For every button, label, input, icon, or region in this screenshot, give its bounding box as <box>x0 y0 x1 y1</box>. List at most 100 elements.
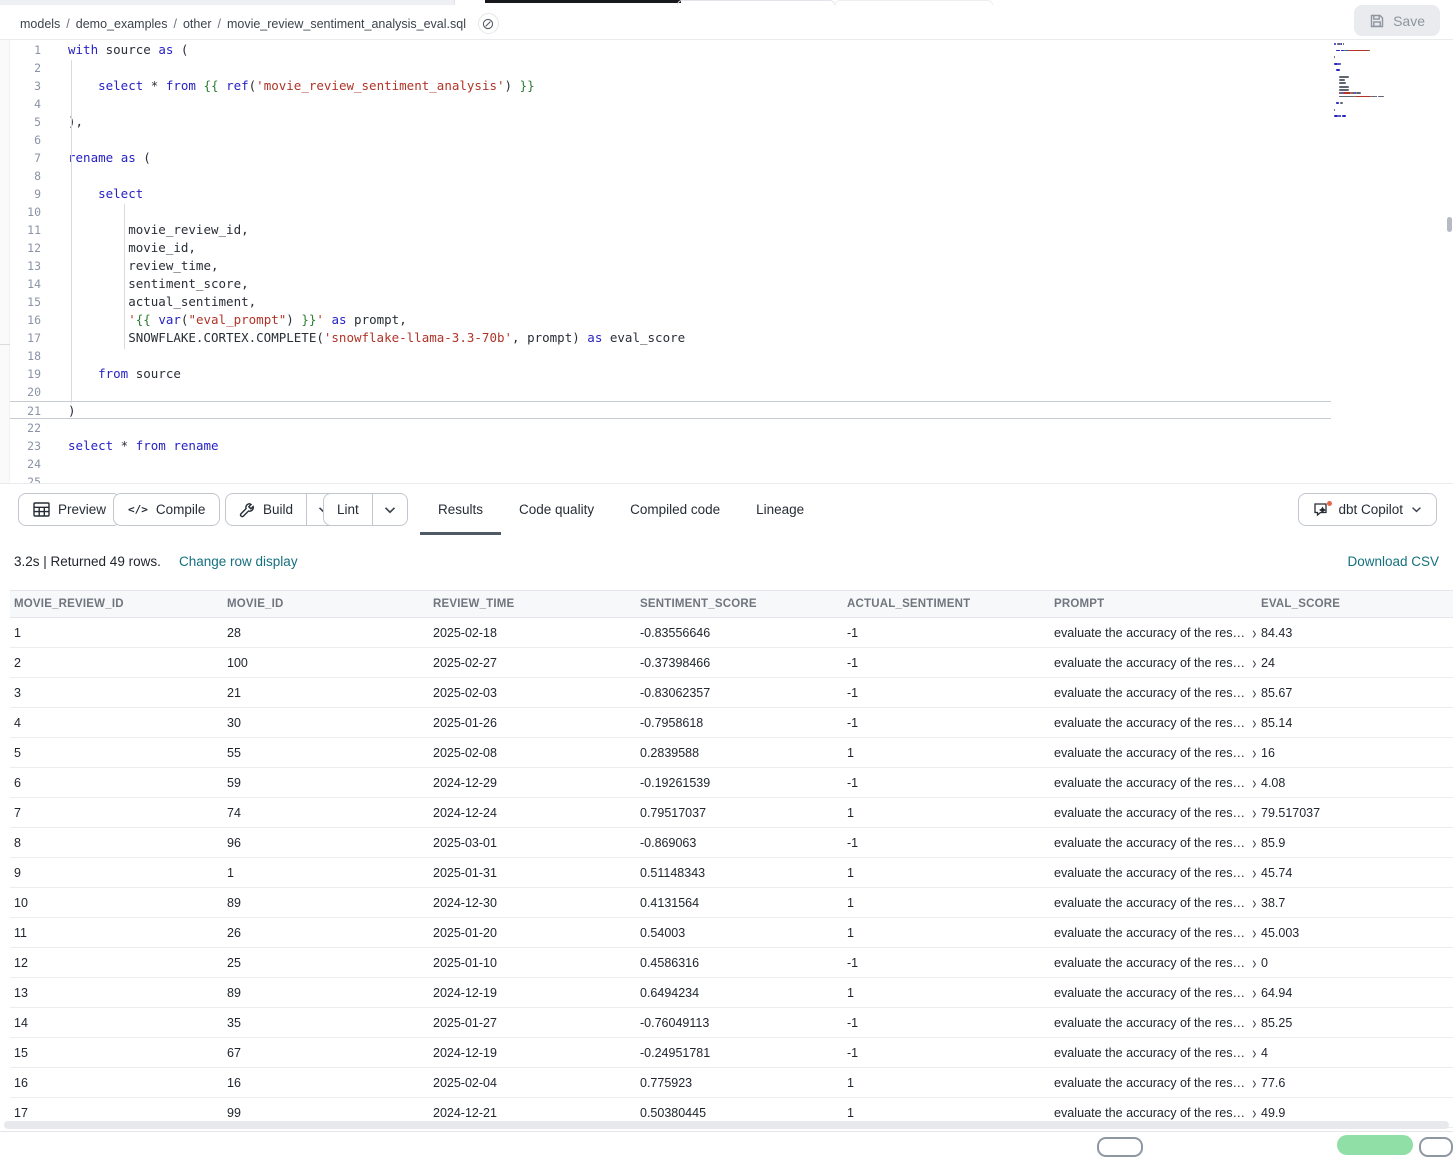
prompt-expand-chevron-icon[interactable]: › <box>1252 1044 1256 1062</box>
change-row-display-link[interactable]: Change row display <box>179 554 298 569</box>
column-header-actual_sentiment[interactable]: ACTUAL_SENTIMENT <box>847 598 1054 610</box>
tab-results[interactable]: Results <box>420 484 501 534</box>
code-line-11[interactable]: 11 movie_review_id, <box>0 221 1453 239</box>
cell-eval_score: 85.67 <box>1261 686 1453 700</box>
prompt-expand-chevron-icon[interactable]: › <box>1252 714 1256 732</box>
tab-code-quality[interactable]: Code quality <box>501 484 612 534</box>
code-line-10[interactable]: 10 <box>0 203 1453 221</box>
prompt-expand-chevron-icon[interactable]: › <box>1252 744 1256 762</box>
breadcrumb-segment[interactable]: demo_examples <box>76 17 168 31</box>
prompt-expand-chevron-icon[interactable]: › <box>1252 624 1256 642</box>
table-row[interactable]: 4302025-01-26-0.7958618-1evaluate the ac… <box>10 708 1453 738</box>
code-line-22[interactable]: 22 <box>0 419 1453 437</box>
table-row[interactable]: 7742024-12-240.795170371evaluate the acc… <box>10 798 1453 828</box>
table-row[interactable]: 15672024-12-19-0.24951781-1evaluate the … <box>10 1038 1453 1068</box>
code-line-7[interactable]: 7rename as ( <box>0 149 1453 167</box>
column-header-movie_id[interactable]: MOVIE_ID <box>227 598 433 610</box>
save-button[interactable]: Save <box>1354 5 1440 36</box>
prompt-expand-chevron-icon[interactable]: › <box>1252 894 1256 912</box>
cutoff-button-left[interactable] <box>1097 1137 1143 1157</box>
table-row[interactable]: 1282025-02-18-0.83556646-1evaluate the a… <box>10 618 1453 648</box>
cutoff-green-pill[interactable] <box>1337 1135 1413 1155</box>
tab-compiled-code[interactable]: Compiled code <box>612 484 738 534</box>
cutoff-button-right[interactable] <box>1419 1137 1453 1157</box>
prompt-expand-chevron-icon[interactable]: › <box>1252 684 1256 702</box>
table-row[interactable]: 13892024-12-190.64942341evaluate the acc… <box>10 978 1453 1008</box>
code-line-4[interactable]: 4 <box>0 95 1453 113</box>
cell-sentiment_score: -0.869063 <box>640 836 847 850</box>
column-header-review_time[interactable]: REVIEW_TIME <box>433 598 640 610</box>
column-header-sentiment_score[interactable]: SENTIMENT_SCORE <box>640 598 847 610</box>
code-line-6[interactable]: 6 <box>0 131 1453 149</box>
code-line-9[interactable]: 9 select <box>0 185 1453 203</box>
table-row[interactable]: 14352025-01-27-0.76049113-1evaluate the … <box>10 1008 1453 1038</box>
prompt-expand-chevron-icon[interactable]: › <box>1252 864 1256 882</box>
minimap[interactable] <box>1334 43 1444 125</box>
code-line-19[interactable]: 19 from source <box>0 365 1453 383</box>
table-row[interactable]: 6592024-12-29-0.19261539-1evaluate the a… <box>10 768 1453 798</box>
prompt-expand-chevron-icon[interactable]: › <box>1252 1074 1256 1092</box>
prompt-truncated-text: evaluate the accuracy of the res… <box>1054 716 1245 730</box>
cell-eval_score: 16 <box>1261 746 1453 760</box>
table-row[interactable]: 21002025-02-27-0.37398466-1evaluate the … <box>10 648 1453 678</box>
prompt-expand-chevron-icon[interactable]: › <box>1252 924 1256 942</box>
code-line-15[interactable]: 15 actual_sentiment, <box>0 293 1453 311</box>
column-header-movie_review_id[interactable]: MOVIE_REVIEW_ID <box>14 598 227 610</box>
build-button[interactable]: Build <box>226 494 306 525</box>
vertical-scrollbar[interactable] <box>1447 217 1452 232</box>
code-line-18[interactable]: 18 <box>0 347 1453 365</box>
cell-eval_score: 64.94 <box>1261 986 1453 1000</box>
code-line-12[interactable]: 12 movie_id, <box>0 239 1453 257</box>
prompt-expand-chevron-icon[interactable]: › <box>1252 1104 1256 1122</box>
code-editor[interactable]: 1with source as (23 select * from {{ ref… <box>0 40 1453 483</box>
prompt-expand-chevron-icon[interactable]: › <box>1252 774 1256 792</box>
prompt-expand-chevron-icon[interactable]: › <box>1252 834 1256 852</box>
code-line-24[interactable]: 24 <box>0 455 1453 473</box>
preview-button[interactable]: Preview <box>18 493 121 526</box>
compile-button[interactable]: </> Compile <box>113 493 220 526</box>
lint-dropdown-button[interactable] <box>372 494 407 525</box>
table-row[interactable]: 5552025-02-080.28395881evaluate the accu… <box>10 738 1453 768</box>
code-line-16[interactable]: 16 '{{ var("eval_prompt") }}' as prompt, <box>0 311 1453 329</box>
column-header-prompt[interactable]: PROMPT <box>1054 598 1261 610</box>
indent-guide <box>71 60 72 403</box>
compile-label: Compile <box>156 502 206 517</box>
breadcrumb-segment[interactable]: movie_review_sentiment_analysis_eval.sql <box>227 17 466 31</box>
table-row[interactable]: 912025-01-310.511483431evaluate the accu… <box>10 858 1453 888</box>
code-line-8[interactable]: 8 <box>0 167 1453 185</box>
lint-button[interactable]: Lint <box>324 494 372 525</box>
table-row[interactable]: 12252025-01-100.4586316-1evaluate the ac… <box>10 948 1453 978</box>
code-line-2[interactable]: 2 <box>0 59 1453 77</box>
breadcrumb-action-icon[interactable] <box>478 13 499 34</box>
horizontal-scrollbar[interactable] <box>4 1121 1449 1129</box>
table-row[interactable]: 11262025-01-200.540031evaluate the accur… <box>10 918 1453 948</box>
code-line-3[interactable]: 3 select * from {{ ref('movie_review_sen… <box>0 77 1453 95</box>
download-csv-link[interactable]: Download CSV <box>1347 554 1439 569</box>
code-line-25[interactable]: 25 <box>0 473 1453 483</box>
table-row[interactable]: 8962025-03-01-0.869063-1evaluate the acc… <box>10 828 1453 858</box>
code-line-17[interactable]: 17 SNOWFLAKE.CORTEX.COMPLETE('snowflake-… <box>0 329 1453 347</box>
prompt-truncated-text: evaluate the accuracy of the res… <box>1054 1076 1245 1090</box>
prompt-expand-chevron-icon[interactable]: › <box>1252 954 1256 972</box>
code-line-14[interactable]: 14 sentiment_score, <box>0 275 1453 293</box>
code-line-5[interactable]: 5), <box>0 113 1453 131</box>
prompt-expand-chevron-icon[interactable]: › <box>1252 654 1256 672</box>
prompt-expand-chevron-icon[interactable]: › <box>1252 1014 1256 1032</box>
prompt-expand-chevron-icon[interactable]: › <box>1252 984 1256 1002</box>
tab-lineage[interactable]: Lineage <box>738 484 822 534</box>
table-row[interactable]: 16162025-02-040.7759231evaluate the accu… <box>10 1068 1453 1098</box>
cell-movie_review_id: 5 <box>14 746 227 760</box>
code-line-1[interactable]: 1with source as ( <box>0 41 1453 59</box>
dbt-copilot-button[interactable]: dbt Copilot <box>1298 493 1437 526</box>
breadcrumb-segment[interactable]: other <box>183 17 212 31</box>
cell-sentiment_score: 0.4131564 <box>640 896 847 910</box>
table-row[interactable]: 3212025-02-03-0.83062357-1evaluate the a… <box>10 678 1453 708</box>
table-row[interactable]: 10892024-12-300.41315641evaluate the acc… <box>10 888 1453 918</box>
code-line-13[interactable]: 13 review_time, <box>0 257 1453 275</box>
column-header-eval_score[interactable]: EVAL_SCORE <box>1261 598 1453 610</box>
prompt-expand-chevron-icon[interactable]: › <box>1252 804 1256 822</box>
code-line-21[interactable]: 21) <box>0 401 1331 419</box>
code-line-20[interactable]: 20 <box>0 383 1453 401</box>
breadcrumb-segment[interactable]: models <box>20 17 60 31</box>
code-line-23[interactable]: 23select * from rename <box>0 437 1453 455</box>
